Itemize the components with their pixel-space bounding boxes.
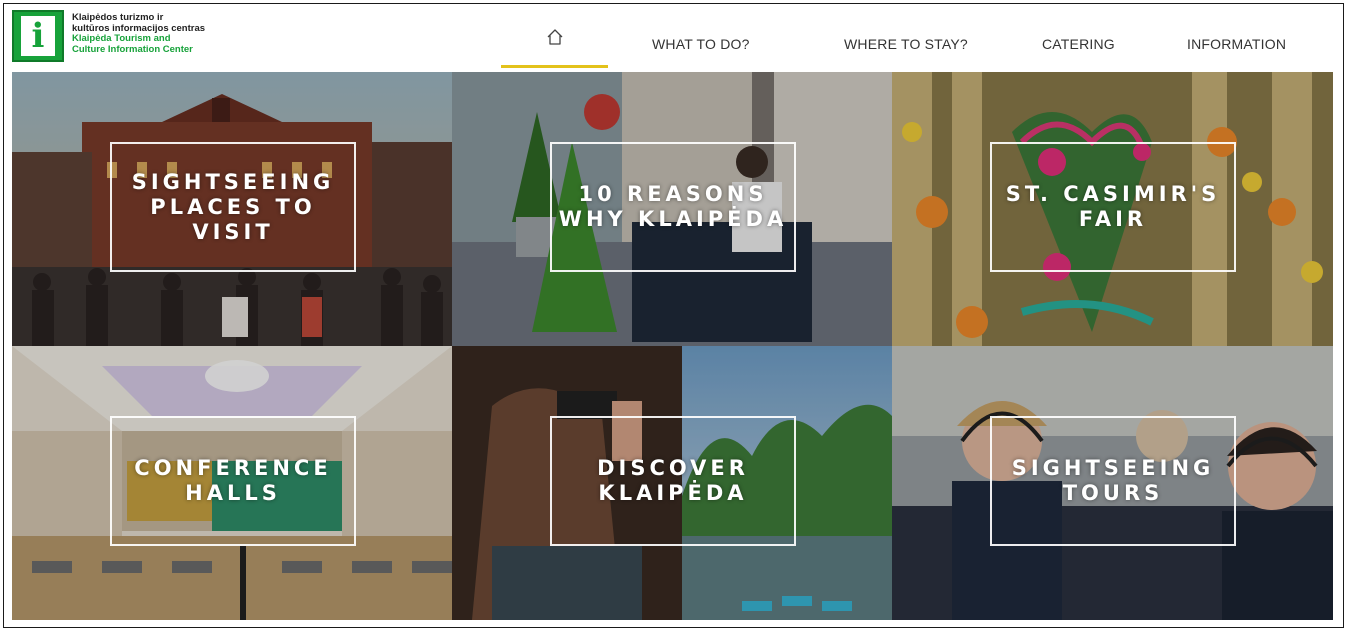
tile-conference-halls[interactable]: CONFERENCE HALLS (12, 346, 452, 620)
tile-title-box: 10 REASONS WHY KLAIPĖDA (550, 142, 796, 272)
tile-title-box: DISCOVER KLAIPĖDA (550, 416, 796, 546)
tile-title: 10 REASONS WHY KLAIPĖDA (558, 182, 788, 231)
nav-what-to-do[interactable]: WHAT TO DO? (652, 36, 750, 52)
tile-10-reasons[interactable]: 10 REASONS WHY KLAIPĖDA (452, 72, 892, 346)
tile-title-box: CONFERENCE HALLS (110, 416, 356, 546)
tile-st-casimirs-fair[interactable]: ST. CASIMIR'S FAIR (892, 72, 1333, 346)
tile-sightseeing-places[interactable]: SIGHTSEEING PLACES TO VISIT (12, 72, 452, 346)
tile-title: CONFERENCE HALLS (134, 456, 332, 505)
tile-title: ST. CASIMIR'S FAIR (1005, 182, 1221, 231)
tile-discover-klaipeda[interactable]: DISCOVER KLAIPĖDA (452, 346, 892, 620)
nav-home[interactable] (501, 28, 608, 68)
site-header: i Klaipėdos turizmo ir kultūros informac… (4, 4, 1343, 72)
tile-title-box: ST. CASIMIR'S FAIR (990, 142, 1236, 272)
main-nav: WHAT TO DO? WHERE TO STAY? CATERING INFO… (4, 4, 1343, 72)
nav-where-to-stay[interactable]: WHERE TO STAY? (844, 36, 968, 52)
nav-information[interactable]: INFORMATION (1187, 36, 1286, 52)
page-frame: i Klaipėdos turizmo ir kultūros informac… (3, 3, 1344, 628)
tile-title: SIGHTSEEING PLACES TO VISIT (131, 169, 335, 244)
tile-title-box: SIGHTSEEING TOURS (990, 416, 1236, 546)
home-icon (547, 29, 562, 45)
tile-sightseeing-tours[interactable]: SIGHTSEEING TOURS (892, 346, 1333, 620)
active-nav-underline (501, 65, 608, 68)
feature-grid: SIGHTSEEING PLACES TO VISIT 10 REASONS W… (12, 72, 1333, 620)
tile-title: DISCOVER KLAIPĖDA (597, 456, 749, 505)
nav-catering[interactable]: CATERING (1042, 36, 1115, 52)
tile-title-box: SIGHTSEEING PLACES TO VISIT (110, 142, 356, 272)
tile-title: SIGHTSEEING TOURS (1011, 456, 1215, 505)
